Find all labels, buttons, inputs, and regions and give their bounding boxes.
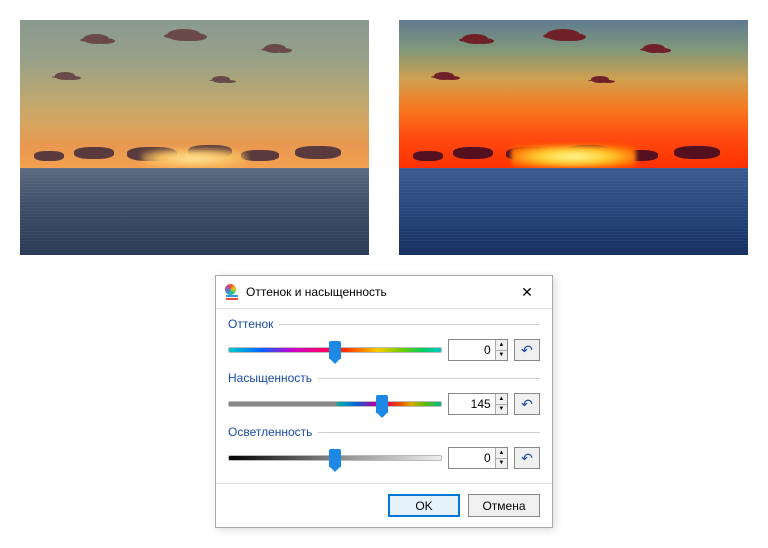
saturation-slider[interactable] <box>228 395 442 413</box>
hue-spin-up[interactable]: ▲ <box>496 340 507 351</box>
chevron-down-icon: ▼ <box>498 460 504 466</box>
hue-spinner[interactable]: ▲ ▼ <box>448 339 508 361</box>
cancel-button[interactable]: Отмена <box>468 494 540 517</box>
hue-reset-button[interactable]: ↶ <box>514 339 540 361</box>
chevron-down-icon: ▼ <box>498 352 504 358</box>
saturation-spin-down[interactable]: ▼ <box>496 405 507 415</box>
chevron-down-icon: ▼ <box>498 406 504 412</box>
chevron-up-icon: ▲ <box>498 450 504 456</box>
lightness-label: Осветленность <box>228 425 312 439</box>
saturation-slider-thumb[interactable] <box>376 395 388 413</box>
preview-image-adjusted <box>399 20 748 255</box>
hue-input[interactable] <box>449 340 495 360</box>
lightness-group: Осветленность ▲ ▼ ↶ <box>228 425 540 469</box>
undo-icon: ↶ <box>521 396 533 413</box>
saturation-label: Насыщенность <box>228 371 312 385</box>
ok-button-label: OK <box>415 499 432 513</box>
lightness-slider-thumb[interactable] <box>329 449 341 467</box>
saturation-input[interactable] <box>449 394 495 414</box>
hue-saturation-icon <box>224 284 240 300</box>
hue-saturation-dialog: Оттенок и насыщенность ✕ Оттенок ▲ <box>215 275 553 528</box>
ok-button[interactable]: OK <box>388 494 460 517</box>
close-button[interactable]: ✕ <box>510 282 544 302</box>
undo-icon: ↶ <box>521 450 533 467</box>
dialog-title: Оттенок и насыщенность <box>246 285 510 299</box>
preview-images-row <box>20 20 748 255</box>
chevron-up-icon: ▲ <box>498 342 504 348</box>
chevron-up-icon: ▲ <box>498 396 504 402</box>
hue-slider[interactable] <box>228 341 442 359</box>
lightness-spinner[interactable]: ▲ ▼ <box>448 447 508 469</box>
lightness-slider[interactable] <box>228 449 442 467</box>
saturation-group: Насыщенность ▲ ▼ ↶ <box>228 371 540 415</box>
preview-image-original <box>20 20 369 255</box>
saturation-reset-button[interactable]: ↶ <box>514 393 540 415</box>
lightness-reset-button[interactable]: ↶ <box>514 447 540 469</box>
dialog-footer: OK Отмена <box>216 483 552 527</box>
lightness-input[interactable] <box>449 448 495 468</box>
cancel-button-label: Отмена <box>482 499 525 513</box>
undo-icon: ↶ <box>521 342 533 359</box>
lightness-spin-down[interactable]: ▼ <box>496 459 507 469</box>
dialog-titlebar[interactable]: Оттенок и насыщенность ✕ <box>216 276 552 309</box>
hue-label: Оттенок <box>228 317 273 331</box>
close-icon: ✕ <box>521 284 533 301</box>
lightness-spin-up[interactable]: ▲ <box>496 448 507 459</box>
hue-slider-thumb[interactable] <box>329 341 341 359</box>
hue-spin-down[interactable]: ▼ <box>496 351 507 361</box>
hue-group: Оттенок ▲ ▼ ↶ <box>228 317 540 361</box>
saturation-spinner[interactable]: ▲ ▼ <box>448 393 508 415</box>
saturation-spin-up[interactable]: ▲ <box>496 394 507 405</box>
